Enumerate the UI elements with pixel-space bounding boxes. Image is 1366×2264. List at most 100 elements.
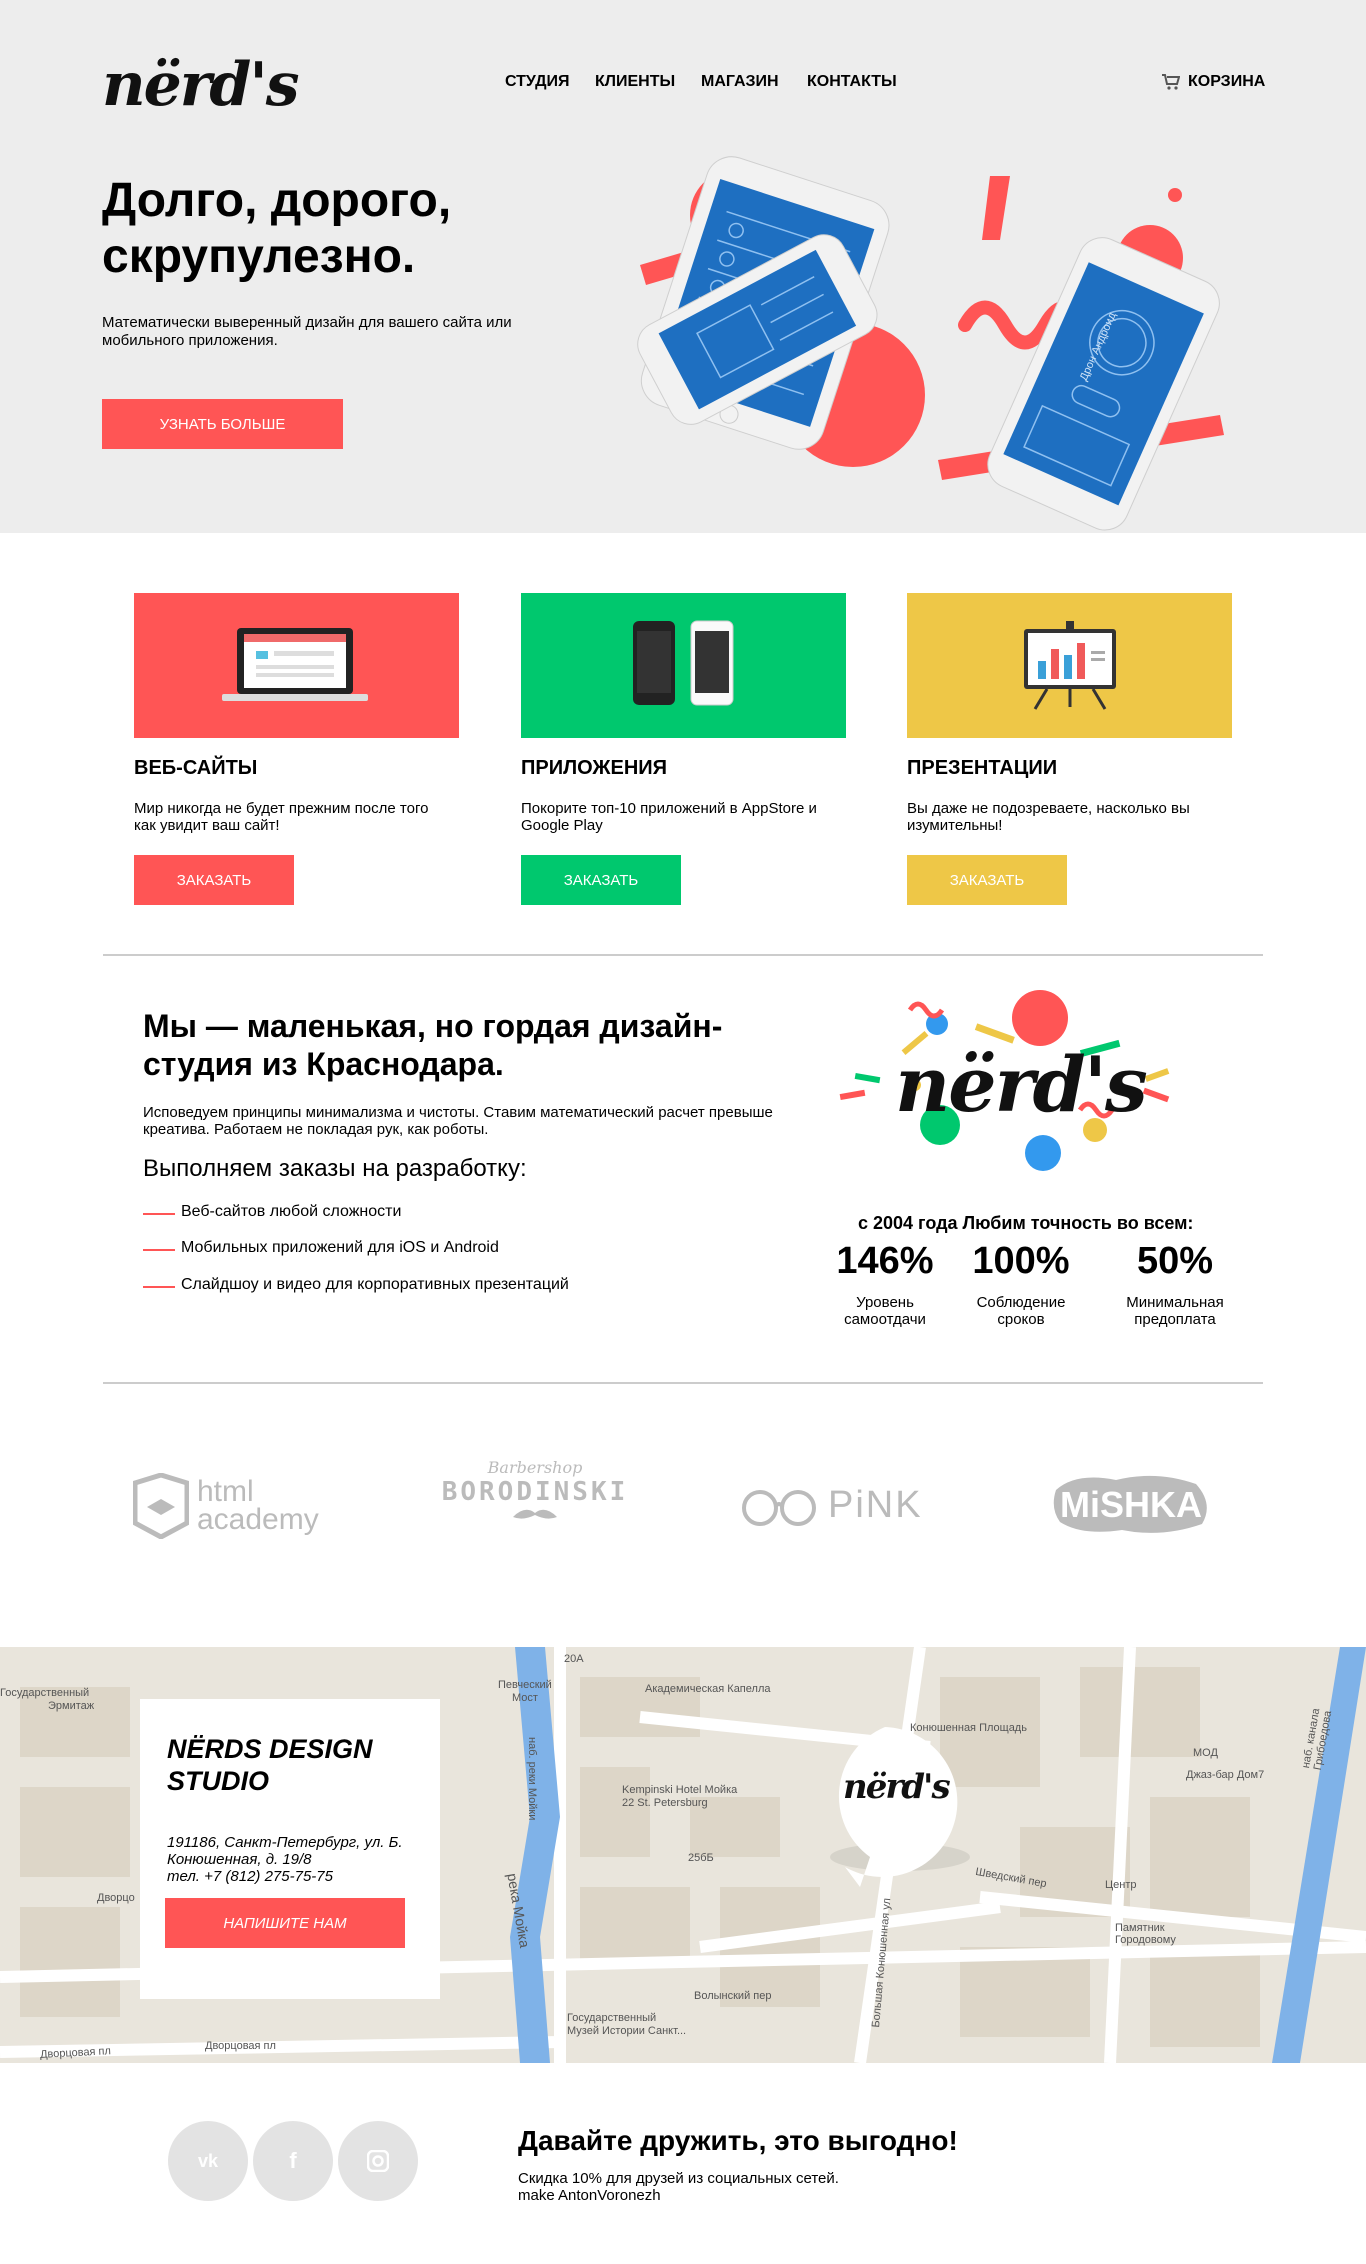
laptop-icon: [222, 628, 368, 701]
service-text-apps: Покорите топ-10 приложений в AppStore и …: [521, 800, 817, 834]
service-title-apps: ПРИЛОЖЕНИЯ: [521, 757, 668, 779]
map-label: Центр: [1105, 1879, 1137, 1891]
map-marker[interactable]: [800, 1717, 970, 1917]
map-label: Академическая Капелла: [645, 1683, 771, 1695]
map-label: 20А: [564, 1653, 584, 1665]
map-label: наб. реки Мойки: [526, 1737, 538, 1821]
feature-item: Мобильных приложений для iOS и Android: [181, 1239, 499, 1256]
html-academy-icon: [133, 1473, 189, 1539]
stat-label: Соблюдение сроков: [946, 1294, 1096, 1328]
map-label: Памятник: [1115, 1922, 1165, 1934]
about-logo: nërd's: [895, 1040, 1148, 1129]
order-apps-button[interactable]: ЗАКАЗАТЬ: [521, 855, 681, 905]
stat-label-line2: предоплата: [1134, 1311, 1216, 1328]
about-text: Исповедуем принципы минимализма и чистот…: [143, 1104, 773, 1138]
about-title: Мы — маленькая, но гордая дизайн- студия…: [143, 1007, 763, 1083]
feature-item: Веб-сайтов любой сложности: [181, 1203, 402, 1220]
write-us-button[interactable]: НАПИШИТЕ НАМ: [165, 1898, 405, 1948]
mustache-icon: [513, 1509, 557, 1519]
partner-borodinski[interactable]: Barbershop BORODINSKI: [430, 1458, 640, 1532]
vk-icon[interactable]: vk: [168, 2121, 248, 2201]
service-image-websites: [134, 593, 459, 738]
cart-icon: [1162, 74, 1180, 90]
stat-value: 146%: [836, 1240, 934, 1282]
studio-name-line2: STUDIO: [167, 1766, 270, 1796]
deco-bar: [982, 176, 1010, 240]
order-websites-button[interactable]: ЗАКАЗАТЬ: [134, 855, 294, 905]
map-label: Певческий: [498, 1679, 552, 1691]
hero-title-line1: Долго, дорого,: [102, 174, 452, 227]
cart-link[interactable]: КОРЗИНА: [1162, 73, 1265, 91]
feature-item: Слайдшоу и видео для корпоративных презе…: [181, 1276, 569, 1293]
map-label: Волынский пер: [694, 1990, 772, 2002]
presentation-board-icon: [1024, 621, 1116, 710]
feature-dash: [143, 1249, 175, 1251]
service-text-presentations: Вы даже не подозреваете, насколько вы из…: [907, 800, 1190, 834]
facebook-icon[interactable]: f: [253, 2121, 333, 2201]
learn-more-button[interactable]: УЗНАТЬ БОЛЬШЕ: [102, 399, 343, 449]
partner-html-academy[interactable]: html academy: [133, 1473, 319, 1539]
studio-address: 191186, Санкт-Петербург, ул. Б. Конюшенн…: [167, 1834, 427, 1885]
service-image-apps: [521, 593, 846, 738]
map-label: Государственный: [567, 2012, 657, 2024]
order-presentations-button[interactable]: ЗАКАЗАТЬ: [907, 855, 1067, 905]
hero-illustration: Дрон Андроид: [637, 156, 1224, 531]
hero-title-line2: скрупулезно.: [102, 230, 416, 283]
map-label: Государственный: [0, 1687, 90, 1699]
nav-clients[interactable]: КЛИЕНТЫ: [595, 73, 675, 91]
stat-value: 100%: [972, 1240, 1070, 1282]
map-label: 22 St. Petersburg: [622, 1797, 708, 1809]
stat-label-line1: Соблюдение: [976, 1294, 1066, 1311]
glasses-icon: [742, 1490, 816, 1526]
stats-title: с 2004 года Любим точность во всем:: [858, 1213, 1194, 1233]
address-line2: Конюшенная, д. 19/8: [167, 1851, 312, 1868]
divider: [103, 954, 1263, 956]
nav-studio[interactable]: СТУДИЯ: [505, 73, 569, 91]
html-academy-word2: academy: [197, 1503, 319, 1536]
footer-title: Давайте дружить, это выгодно!: [518, 2125, 958, 2156]
hero-section: nërd's СТУДИЯ КЛИЕНТЫ МАГАЗИН КОНТАКТЫ К…: [0, 0, 1366, 533]
stat-label-line1: Минимальная: [1126, 1294, 1224, 1311]
contact-card: NËRDS DESIGN STUDIO 191186, Санкт-Петерб…: [140, 1699, 440, 1999]
service-title-presentations: ПРЕЗЕНТАЦИИ: [907, 757, 1058, 779]
feature-dash: [143, 1213, 175, 1215]
map-label: Музей Истории Санкт...: [567, 2025, 687, 2037]
deco-circle: [1168, 188, 1182, 202]
footer-discount: Скидка 10% для друзей из социальных сете…: [518, 2170, 839, 2187]
studio-name-line1: NËRDS DESIGN: [167, 1734, 373, 1764]
studio-name: NËRDS DESIGN STUDIO: [167, 1733, 373, 1797]
map-label: Kempinski Hotel Мойка: [622, 1784, 738, 1796]
footer-credit[interactable]: make AntonVoronezh: [518, 2187, 661, 2204]
feature-dash: [143, 1286, 175, 1288]
map-label: 25бБ: [688, 1852, 714, 1864]
map-label: МОД: [1193, 1747, 1218, 1759]
nav-shop[interactable]: МАГАЗИН: [701, 73, 779, 91]
stat-value: 50%: [1136, 1240, 1214, 1282]
hero-title: Долго, дорого, скрупулезно.: [102, 173, 451, 285]
service-image-presentations: [907, 593, 1232, 738]
divider: [103, 1382, 1263, 1384]
site-logo[interactable]: nërd's: [102, 52, 300, 118]
nav-contacts[interactable]: КОНТАКТЫ: [807, 73, 897, 91]
partner-pink[interactable]: PiNK: [740, 1480, 923, 1530]
map-label: Эрмитаж: [48, 1700, 95, 1712]
service-text-websites: Мир никогда не будет прежним после того …: [134, 800, 429, 834]
stat-label-line1: Уровень: [856, 1294, 914, 1311]
stat-label: Уровень самоотдачи: [810, 1294, 960, 1328]
about-title-line2: студия из Краснодара.: [143, 1046, 504, 1082]
partner-mishka[interactable]: MiSHKA: [1046, 1470, 1216, 1540]
instagram-glyph: [367, 2150, 389, 2172]
cart-label: КОРЗИНА: [1188, 73, 1266, 90]
features-title: Выполняем заказы на разработку:: [143, 1155, 527, 1182]
phones-icon: [633, 620, 734, 706]
map-section[interactable]: Государственный Эрмитаж Певческий Мост А…: [0, 1647, 1366, 2063]
stat-label-line2: сроков: [997, 1311, 1045, 1328]
studio-phone: тел. +7 (812) 275-75-75: [167, 1868, 333, 1885]
map-marker-logo: nërd's: [843, 1767, 951, 1807]
instagram-icon[interactable]: [338, 2121, 418, 2201]
address-line1: 191186, Санкт-Петербург, ул. Б.: [167, 1834, 403, 1851]
service-title-websites: ВЕБ-САЙТЫ: [134, 757, 258, 779]
borodinski-name: BORODINSKI: [441, 1477, 629, 1507]
map-label: Мост: [512, 1692, 538, 1704]
hero-subtitle: Математически выверенный дизайн для ваше…: [102, 314, 512, 349]
